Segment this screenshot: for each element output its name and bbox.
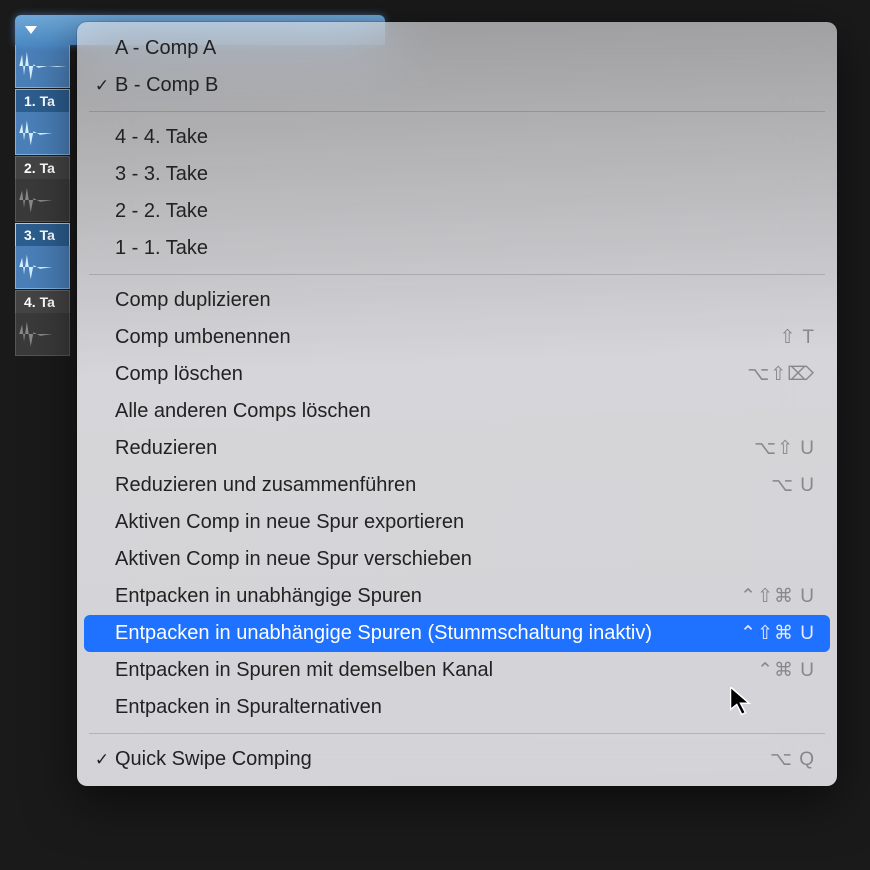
menu-item-shortcut: ⌃⇧⌘ U — [740, 622, 815, 645]
menu-item-shortcut: ⌃⌘ U — [757, 659, 815, 682]
menu-item-shortcut: ⌃⇧⌘ U — [740, 585, 815, 608]
menu-separator — [89, 733, 825, 734]
menu-item[interactable]: ✓Quick Swipe Comping⌥ Q — [77, 741, 837, 778]
menu-item-shortcut: ⌥⇧⌦ — [747, 363, 815, 386]
menu-item-label: Comp umbenennen — [115, 326, 780, 349]
menu-item-shortcut: ⌥⇧ U — [754, 437, 815, 460]
menu-item-label: 3 - 3. Take — [115, 163, 815, 186]
menu-item[interactable]: Comp duplizieren — [77, 282, 837, 319]
menu-item[interactable]: Entpacken in Spuren mit demselben Kanal⌃… — [77, 652, 837, 689]
menu-separator — [89, 111, 825, 112]
menu-item-label: Comp löschen — [115, 363, 747, 386]
menu-item-label: 2 - 2. Take — [115, 200, 815, 223]
menu-separator — [89, 274, 825, 275]
menu-item-label: 4 - 4. Take — [115, 126, 815, 149]
take-label[interactable]: 2. Ta — [15, 156, 70, 179]
menu-item[interactable]: A - Comp A — [77, 30, 837, 67]
menu-item[interactable]: Aktiven Comp in neue Spur exportieren — [77, 504, 837, 541]
checkmark-icon: ✓ — [89, 76, 115, 96]
checkmark-icon: ✓ — [89, 750, 115, 770]
menu-item-label: B - Comp B — [115, 74, 815, 97]
take-waveform[interactable] — [15, 313, 70, 356]
menu-item[interactable]: ✓B - Comp B — [77, 67, 837, 104]
menu-item-shortcut: ⇧ T — [780, 326, 815, 349]
menu-item-label: Alle anderen Comps löschen — [115, 400, 815, 423]
take-label[interactable]: 3. Ta — [15, 223, 70, 246]
take-waveform[interactable] — [15, 112, 70, 155]
menu-item-shortcut: ⌥ U — [771, 474, 815, 497]
menu-item-shortcut: ⌥ Q — [770, 748, 815, 771]
menu-item[interactable]: Entpacken in unabhängige Spuren⌃⇧⌘ U — [77, 578, 837, 615]
menu-item-label: Quick Swipe Comping — [115, 748, 770, 771]
take-label[interactable]: 4. Ta — [15, 290, 70, 313]
menu-item-label: A - Comp A — [115, 37, 815, 60]
menu-item[interactable]: Entpacken in Spuralternativen — [77, 689, 837, 726]
menu-item-label: Entpacken in unabhängige Spuren — [115, 585, 740, 608]
take-waveform[interactable] — [15, 179, 70, 222]
menu-item[interactable]: Entpacken in unabhängige Spuren (Stummsc… — [84, 615, 830, 652]
menu-item[interactable]: 1 - 1. Take — [77, 230, 837, 267]
menu-item[interactable]: Alle anderen Comps löschen — [77, 393, 837, 430]
menu-item-label: Entpacken in Spuralternativen — [115, 696, 815, 719]
take-waveform[interactable] — [15, 246, 70, 289]
menu-item[interactable]: Comp löschen⌥⇧⌦ — [77, 356, 837, 393]
menu-item[interactable]: 3 - 3. Take — [77, 156, 837, 193]
menu-item[interactable]: Aktiven Comp in neue Spur verschieben — [77, 541, 837, 578]
disclosure-triangle-icon[interactable] — [25, 26, 37, 34]
menu-item-label: 1 - 1. Take — [115, 237, 815, 260]
menu-item-label: Entpacken in unabhängige Spuren (Stummsc… — [115, 622, 740, 645]
menu-item-label: Aktiven Comp in neue Spur exportieren — [115, 511, 815, 534]
menu-item[interactable]: 4 - 4. Take — [77, 119, 837, 156]
menu-item-label: Entpacken in Spuren mit demselben Kanal — [115, 659, 757, 682]
take-folder-context-menu: A - Comp A✓B - Comp B 4 - 4. Take3 - 3. … — [77, 22, 837, 786]
take-label[interactable]: 1. Ta — [15, 89, 70, 112]
menu-item-label: Comp duplizieren — [115, 289, 815, 312]
menu-item-label: Reduzieren und zusammenführen — [115, 474, 771, 497]
menu-item-label: Aktiven Comp in neue Spur verschieben — [115, 548, 815, 571]
track-waveform-main[interactable] — [15, 45, 70, 88]
menu-item[interactable]: Reduzieren⌥⇧ U — [77, 430, 837, 467]
menu-item[interactable]: 2 - 2. Take — [77, 193, 837, 230]
menu-item[interactable]: Comp umbenennen⇧ T — [77, 319, 837, 356]
menu-item-label: Reduzieren — [115, 437, 754, 460]
menu-item[interactable]: Reduzieren und zusammenführen⌥ U — [77, 467, 837, 504]
